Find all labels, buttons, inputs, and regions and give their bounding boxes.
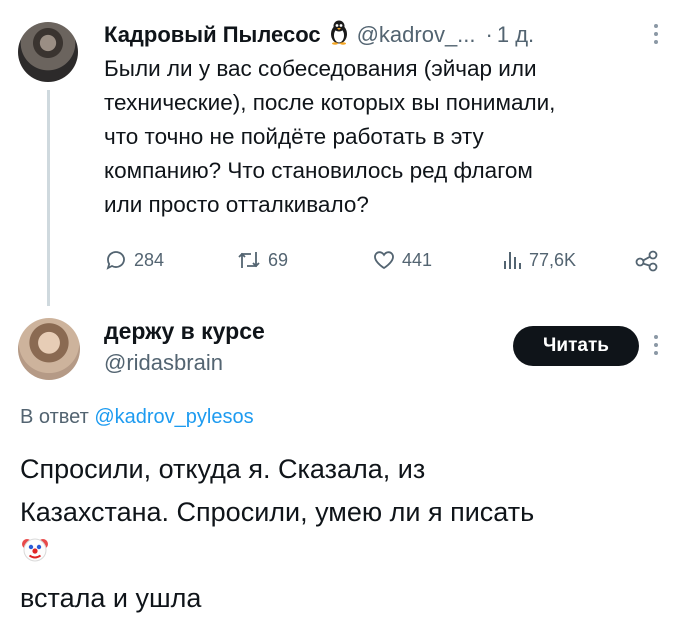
reply-prefix: В ответ <box>20 406 89 428</box>
views-chart-icon <box>501 248 523 272</box>
tweet1-text: Были ли у вас собеседования (эйчар или т… <box>104 52 664 222</box>
avatar-kadrov[interactable] <box>18 22 78 82</box>
like-count: 441 <box>402 249 433 270</box>
tweet1-handle[interactable]: @kadrov_... <box>357 22 476 48</box>
clown-face-icon <box>20 534 672 577</box>
tweet1-action-bar: 284 69 441 77,6K <box>104 248 664 278</box>
tweet2-last-line: встала и ушла <box>20 534 680 620</box>
tweet1-text-line: Были ли у вас собеседования (эйчар или <box>104 56 537 81</box>
reply-to-link[interactable]: @kadrov_pylesos <box>94 406 253 428</box>
reply-button[interactable]: 284 <box>104 248 164 272</box>
penguin-icon <box>327 19 351 51</box>
tweet1-header: Кадровый Пылесос @kadrov_... · 1 д. <box>104 20 534 50</box>
tweet2-text-line: Спросили, откуда я. Сказала, из <box>20 454 426 484</box>
follow-button[interactable]: Читать <box>513 326 639 366</box>
tweet1-text-line: что точно не пойдёте работать в эту <box>104 124 484 149</box>
views-button[interactable]: 77,6K <box>501 248 576 272</box>
tweet1-more-icon[interactable] <box>654 24 662 44</box>
tweet1-timestamp[interactable]: 1 д. <box>497 22 534 48</box>
reply-icon <box>104 248 128 272</box>
retweet-count: 69 <box>268 249 289 270</box>
share-icon <box>634 248 660 272</box>
tweet2-text: Спросили, откуда я. Сказала, из Казахста… <box>20 448 680 620</box>
avatar-ridasbrain[interactable] <box>18 318 80 380</box>
tweet2-display-name[interactable]: держу в курсе <box>104 318 265 345</box>
views-count: 77,6K <box>529 249 577 270</box>
like-button[interactable]: 441 <box>372 248 432 272</box>
tweet2-last-line-text: встала и ушла <box>20 583 202 613</box>
tweet1-text-line: или просто отталкивало? <box>104 192 369 217</box>
tweet2-more-icon[interactable] <box>654 335 662 355</box>
heart-icon <box>372 248 396 272</box>
tweet1-separator: · <box>485 22 493 47</box>
reply-context: В ответ @kadrov_pylesos <box>20 406 254 429</box>
reply-count: 284 <box>134 249 165 270</box>
tweet1-text-line: компанию? Что становилось ред флагом <box>104 158 533 183</box>
retweet-button[interactable]: 69 <box>236 248 288 272</box>
retweet-icon <box>236 248 262 272</box>
thread-connector-line <box>47 90 50 306</box>
tweet1-display-name[interactable]: Кадровый Пылесос <box>104 22 321 48</box>
tweet1-text-line: технические), после которых вы понимали, <box>104 90 556 115</box>
tweet2-handle[interactable]: @ridasbrain <box>104 350 223 376</box>
share-button[interactable] <box>634 248 660 272</box>
tweet2-text-line: Казахстана. Спросили, умею ли я писать <box>20 497 535 527</box>
